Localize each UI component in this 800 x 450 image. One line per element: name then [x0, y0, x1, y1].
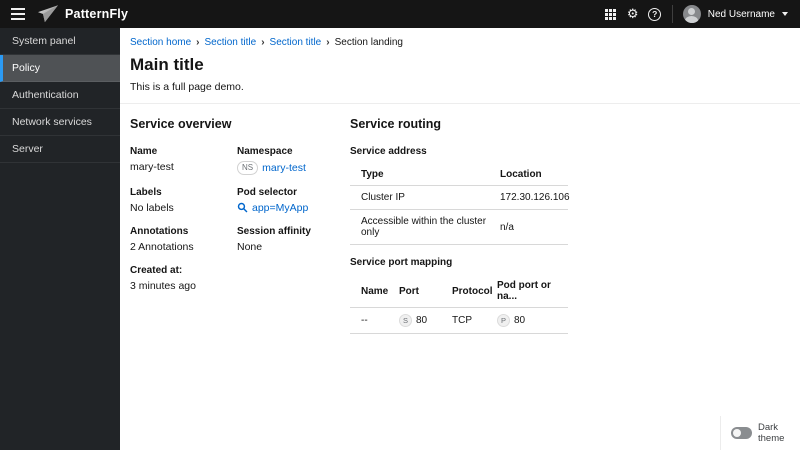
service-overview-heading: Service overview [130, 117, 232, 131]
service-routing-heading: Service routing [350, 117, 441, 131]
sidebar-item-network-services[interactable]: Network services [0, 109, 120, 136]
col-pod-port: Pod port or na... [497, 275, 568, 308]
sidebar-item-system-panel[interactable]: System panel [0, 28, 120, 55]
brand[interactable]: PatternFly [38, 5, 128, 23]
table-row: Cluster IP 172.30.126.106 [350, 185, 570, 210]
breadcrumb: Section home › Section title › Section t… [130, 37, 790, 48]
field-namespace: Namespace NS mary-test [237, 146, 306, 175]
namespace-badge: NS [237, 161, 259, 175]
app-window: PatternFly ⚙ ? Ned Username System panel… [0, 0, 800, 450]
col-protocol: Protocol [452, 275, 497, 308]
pod-port-badge: P [497, 314, 510, 327]
page-header: Section home › Section title › Section t… [120, 28, 800, 104]
col-name: Name [350, 275, 399, 308]
sidebar-item-authentication[interactable]: Authentication [0, 82, 120, 109]
service-overview-fields: Name mary-test Namespace NS mary-test La… [130, 146, 350, 292]
brand-name: PatternFly [65, 7, 129, 21]
service-address-heading: Service address [350, 146, 427, 157]
settings-gear-icon[interactable]: ⚙ [622, 3, 644, 25]
page-title: Main title [130, 55, 204, 74]
user-menu[interactable]: Ned Username [682, 5, 788, 23]
namespace-link[interactable]: mary-test [262, 162, 306, 174]
apps-grid-icon[interactable] [600, 3, 622, 25]
search-icon [237, 202, 248, 213]
service-routing-section: Service routing Service address Type Loc… [350, 117, 570, 334]
chevron-down-icon [782, 12, 788, 16]
breadcrumb-link-section-title-2[interactable]: Section title [270, 37, 322, 48]
breadcrumb-separator: › [196, 36, 200, 48]
nav-toggle-hamburger-icon[interactable] [9, 6, 27, 22]
table-row: Accessible within the cluster only n/a [350, 209, 568, 245]
patternfly-logo-icon [38, 5, 58, 23]
field-annotations: Annotations 2 Annotations [130, 225, 194, 253]
masthead: PatternFly ⚙ ? Ned Username [0, 0, 800, 28]
breadcrumb-link-section-home[interactable]: Section home [130, 37, 191, 48]
dark-theme-label: Dark theme [758, 422, 785, 444]
field-created-at: Created at: 3 minutes ago [130, 264, 196, 292]
service-port-mapping-heading: Service port mapping [350, 257, 453, 268]
masthead-actions: ⚙ ? Ned Username [600, 3, 788, 25]
sidebar-item-policy[interactable]: Policy [0, 55, 120, 82]
sidebar-nav: System panel Policy Authentication Netwo… [0, 28, 120, 450]
col-location: Location [500, 164, 568, 186]
col-port: Port [399, 275, 452, 308]
help-question-icon[interactable]: ? [644, 3, 666, 25]
table-header-row: Name Port Protocol Pod port or na... [350, 275, 568, 308]
dark-theme-toggle[interactable] [731, 427, 752, 439]
table-header-row: Type Location [350, 164, 568, 186]
field-session-affinity: Session affinity None [237, 225, 311, 253]
breadcrumb-current: Section landing [334, 37, 403, 48]
page-subtitle: This is a full page demo. [130, 81, 244, 93]
field-pod-selector: Pod selector app=MyApp [237, 186, 309, 214]
content-columns: Service overview Name mary-test Namespac… [120, 104, 800, 347]
breadcrumb-separator: › [326, 36, 330, 48]
field-labels: Labels No labels [130, 186, 174, 214]
theme-switcher-panel: Dark theme [720, 416, 800, 450]
service-port-mapping-block: Service port mapping Name Port Protocol … [350, 257, 568, 334]
service-address-table: Type Location Cluster IP 172.30.126.106 … [350, 164, 570, 245]
service-port-badge: S [399, 314, 412, 327]
breadcrumb-link-section-title-1[interactable]: Section title [205, 37, 257, 48]
avatar [682, 5, 701, 23]
col-type: Type [350, 164, 500, 186]
service-overview-section: Service overview Name mary-test Namespac… [130, 117, 350, 334]
service-port-mapping-table: Name Port Protocol Pod port or na... -- … [350, 275, 568, 334]
user-name: Ned Username [707, 8, 775, 20]
field-name: Name mary-test [130, 146, 174, 173]
breadcrumb-separator: › [261, 36, 265, 48]
masthead-divider [671, 5, 673, 23]
pod-selector-link[interactable]: app=MyApp [252, 202, 308, 214]
main-content: Section home › Section title › Section t… [120, 28, 800, 450]
table-row: -- S 80 TCP P 80 [350, 307, 568, 334]
sidebar-item-server[interactable]: Server [0, 136, 120, 163]
